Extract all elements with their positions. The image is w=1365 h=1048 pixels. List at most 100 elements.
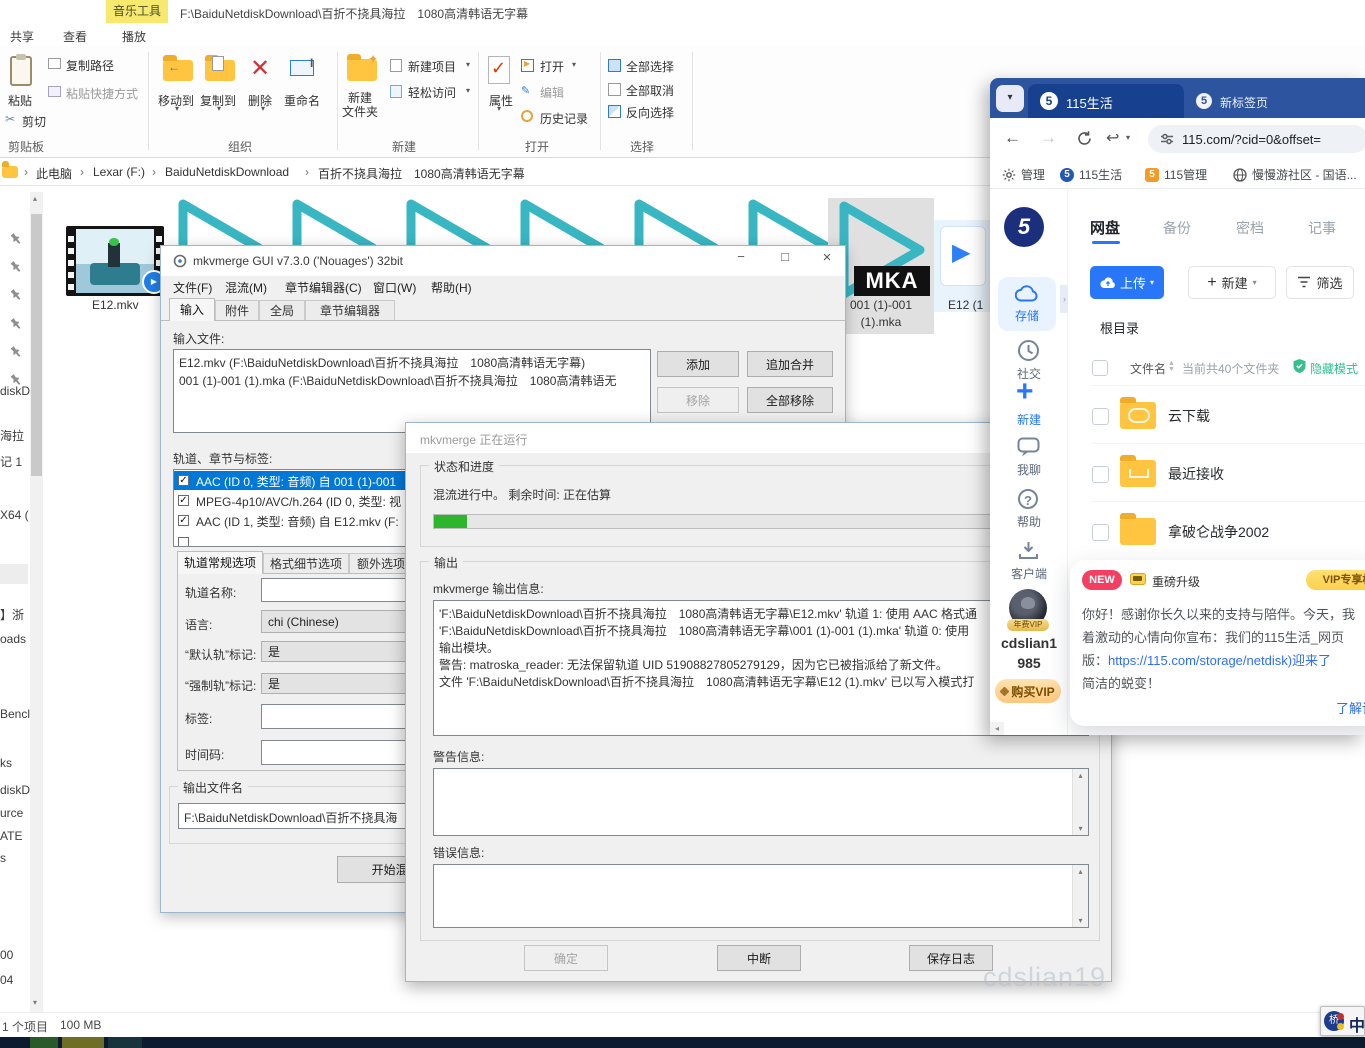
select-all-label[interactable]: 全部选择 — [626, 58, 674, 75]
cut-label[interactable]: 剪切 — [22, 113, 46, 130]
sort-icon[interactable]: ▲▼ — [1168, 361, 1175, 373]
input-file-row[interactable]: 001 (1)-001 (1).mka (F:\BaiduNetdiskDown… — [179, 372, 616, 389]
ok-button[interactable]: 确定 — [524, 945, 608, 971]
back-icon[interactable]: ← — [1004, 128, 1021, 148]
ime-indicator[interactable]: 桥 中 — [1320, 1006, 1365, 1036]
properties-dropdown[interactable]: ▾ — [497, 104, 501, 113]
folder-name[interactable]: 云下载 — [1168, 406, 1210, 426]
bookmark-manage[interactable]: 管理 — [1002, 166, 1045, 183]
sidebar-item-help[interactable]: 帮助 — [990, 513, 1068, 530]
select-none-label[interactable]: 全部取消 — [626, 82, 674, 99]
nav-item-fragment[interactable]: 04 — [0, 973, 13, 987]
nav-item-fragment[interactable]: s — [0, 851, 6, 865]
track-checkbox[interactable]: ✓ — [178, 495, 189, 506]
file-label-e12-mkv[interactable]: E12.mkv — [92, 298, 139, 312]
add-button[interactable]: 添加 — [657, 351, 739, 377]
tab-global[interactable]: 全局 — [259, 300, 305, 321]
scroll-down-arrow[interactable]: ▾ — [1078, 824, 1082, 833]
nav-item-fragment[interactable]: ATE — [0, 829, 22, 843]
nav-item-fragment[interactable]: 海拉 — [0, 427, 24, 444]
easy-access-label[interactable]: 轻松访问 — [408, 84, 456, 101]
nav-item-fragment[interactable]: diskD — [0, 783, 30, 797]
track-checkbox[interactable]: ✓ — [178, 515, 189, 526]
scroll-down-arrow[interactable]: ▾ — [1078, 916, 1082, 925]
ribbon-tab-share[interactable]: 共享 — [10, 28, 34, 45]
tab-vault[interactable]: 密档 — [1236, 218, 1264, 238]
pin-icon[interactable] — [8, 286, 25, 303]
nav-item-fragment[interactable]: 00 — [0, 948, 13, 962]
input-file-row[interactable]: E12.mkv (F:\BaiduNetdiskDownload\百折不挠具海拉… — [179, 354, 585, 371]
filter-button[interactable]: 筛选 — [1286, 266, 1354, 299]
plus-icon[interactable]: + — [1016, 375, 1034, 409]
breadcrumb-root[interactable]: 根目录 — [1100, 318, 1139, 337]
move-to-dropdown[interactable]: ▾ — [175, 104, 179, 113]
new-button[interactable]: + 新建 ▾ — [1188, 266, 1276, 299]
breadcrumb-this-pc[interactable]: 此电脑 — [36, 165, 72, 182]
menu-muxing[interactable]: 混流(M) — [225, 279, 267, 296]
folder-name[interactable]: 拿破仑战争2002 — [1168, 522, 1269, 542]
textarea-scrollbar[interactable]: ▴▾ — [1072, 865, 1088, 927]
browser-tab-inactive[interactable]: 5 新标签页 — [1190, 84, 1340, 118]
folder-row[interactable]: 云下载 — [1068, 386, 1365, 444]
menu-file[interactable]: 文件(F) — [173, 279, 212, 296]
paste-shortcut-label[interactable]: 粘贴快捷方式 — [66, 85, 138, 102]
history-label[interactable]: 历史记录 — [540, 110, 588, 127]
sidebar-item-create[interactable]: 新建 — [990, 411, 1068, 428]
folder-row[interactable]: 最近接收 — [1068, 444, 1365, 502]
nav-item-fragment[interactable]: Bencl — [0, 707, 30, 721]
input-files-list[interactable]: E12.mkv (F:\BaiduNetdiskDownload\百折不挠具海拉… — [173, 349, 651, 433]
sidebar-item-client[interactable]: 客户端 — [990, 565, 1068, 582]
append-button[interactable]: 追加合并 — [747, 351, 833, 377]
tab-backup[interactable]: 备份 — [1163, 218, 1191, 238]
maximize-button[interactable]: □ — [765, 249, 805, 273]
open-label[interactable]: 打开 — [540, 58, 564, 75]
taskbar-tile[interactable] — [62, 1037, 104, 1048]
open-dropdown[interactable]: ▾ — [572, 60, 576, 69]
social-clock-icon[interactable] — [1017, 339, 1040, 362]
save-log-button[interactable]: 保存日志 — [909, 945, 993, 971]
pin-icon[interactable] — [8, 315, 25, 332]
menu-help[interactable]: 帮助(H) — [431, 279, 472, 296]
pin-icon[interactable] — [8, 258, 25, 275]
bookmark-115-admin[interactable]: 5 115管理 — [1145, 166, 1207, 183]
nav-item-fragment[interactable]: 】浙 — [0, 606, 24, 623]
scroll-down-arrow[interactable]: ▾ — [33, 998, 37, 1007]
track-checkbox[interactable]: ✓ — [178, 475, 189, 486]
folder-name[interactable]: 最近接收 — [1168, 464, 1224, 484]
forward-icon[interactable]: → — [1040, 128, 1057, 148]
url-bar[interactable]: 115.com/?cid=0&offset= — [1148, 125, 1365, 153]
copy-path-label[interactable]: 复制路径 — [66, 57, 114, 74]
file-item-e12-mkv[interactable]: ▶ — [66, 226, 164, 296]
rollback-dropdown-icon[interactable]: ▾ — [1126, 133, 1130, 142]
taskbar-tile[interactable] — [108, 1037, 142, 1048]
delete-label[interactable]: 删除 — [248, 92, 272, 109]
nav-item-fragment[interactable]: 记 1 — [0, 453, 22, 470]
sidebar-item-chat[interactable]: 我聊 — [990, 461, 1068, 478]
breadcrumb-current-folder[interactable]: 百折不挠具海拉 1080高清韩语无字幕 — [318, 165, 525, 182]
close-button[interactable]: × — [809, 249, 845, 273]
upload-button[interactable]: 上传 ▾ — [1090, 266, 1164, 299]
nav-item-fragment[interactable]: diskD — [0, 384, 30, 398]
scroll-up-arrow[interactable]: ▴ — [1078, 867, 1082, 876]
new-item-dropdown[interactable]: ▾ — [466, 60, 470, 69]
browser-hscrollbar-arrow[interactable]: ◂ — [990, 722, 1004, 735]
paste-icon[interactable] — [10, 56, 32, 86]
refresh-icon[interactable] — [1076, 130, 1093, 147]
netdisk-link[interactable]: https://115.com/storage/netdisk)迎来了 — [1108, 653, 1331, 668]
row-checkbox[interactable] — [1092, 524, 1109, 541]
remove-button[interactable]: 移除 — [657, 387, 739, 413]
app-logo[interactable]: 5 — [1004, 207, 1044, 247]
rename-label[interactable]: 重命名 — [284, 92, 320, 109]
abort-button[interactable]: 中断 — [717, 945, 801, 971]
bookmark-manmanyou[interactable]: 慢慢游社区 - 国语... — [1233, 166, 1357, 183]
help-icon[interactable]: ? — [1018, 489, 1038, 509]
tab-chapter-editor[interactable]: 章节编辑器 — [305, 300, 395, 321]
tune-icon[interactable] — [1160, 133, 1174, 145]
hidden-mode-toggle[interactable]: 隐藏模式 — [1310, 360, 1358, 377]
new-item-label[interactable]: 新建项目 — [408, 58, 456, 75]
copy-to-dropdown[interactable]: ▾ — [217, 104, 221, 113]
column-filename[interactable]: 文件名 — [1130, 360, 1166, 377]
menu-chapter-editor[interactable]: 章节编辑器(C) — [285, 279, 362, 296]
tab-input[interactable]: 输入 — [169, 298, 215, 321]
select-all-checkbox[interactable] — [1092, 360, 1108, 376]
